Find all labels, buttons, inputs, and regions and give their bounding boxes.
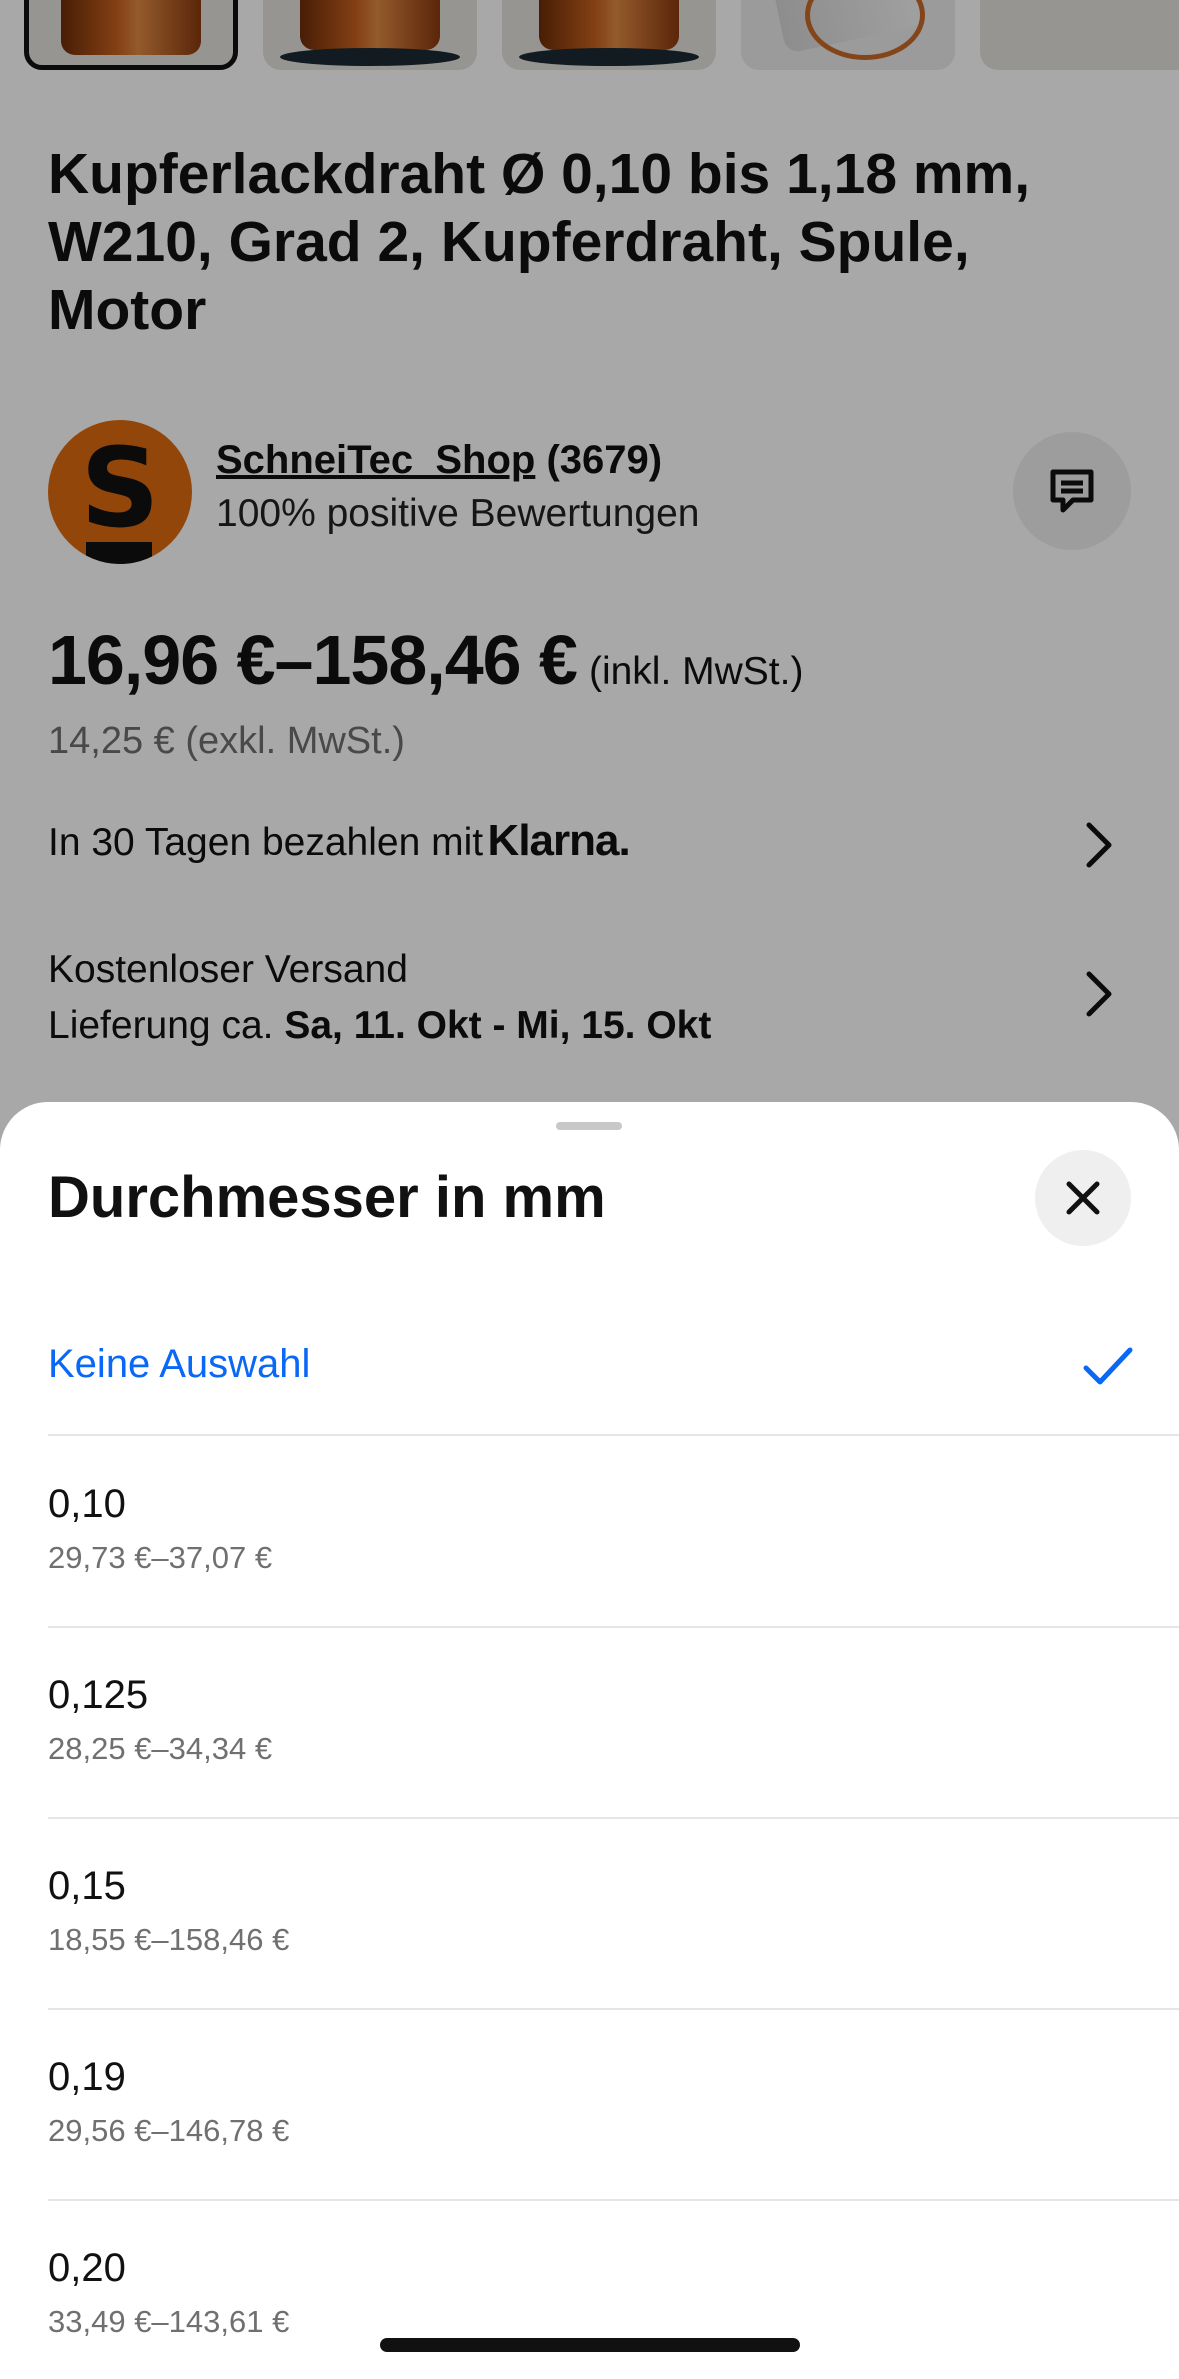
option-value: 0,10 [48,1482,126,1526]
option-0-19[interactable]: 0,19 29,56 €–146,78 € [48,2055,1179,2201]
option-value: 0,15 [48,1864,126,1908]
option-price-range: 29,56 €–146,78 € [48,2113,290,2148]
home-indicator [380,2338,800,2352]
sheet-drag-handle[interactable] [556,1122,622,1130]
option-0-125[interactable]: 0,125 28,25 €–34,34 € [48,1673,1179,1819]
sheet-title: Durchmesser in mm [48,1165,606,1230]
option-value: 0,125 [48,1673,149,1717]
option-price-range: 29,73 €–37,07 € [48,1540,273,1575]
option-value: 0,20 [48,2246,126,2290]
option-price-range: 33,49 €–143,61 € [48,2304,290,2339]
option-0-10[interactable]: 0,10 29,73 €–37,07 € [48,1482,1179,1628]
option-none[interactable]: Keine Auswahl [48,1342,1179,1436]
close-button[interactable] [1035,1150,1131,1246]
option-none-label: Keine Auswahl [48,1342,311,1386]
option-0-15[interactable]: 0,15 18,55 €–158,46 € [48,1864,1179,2010]
diameter-bottom-sheet: Durchmesser in mm Keine Auswahl 0,10 29,… [0,1102,1179,2379]
option-0-20[interactable]: 0,20 33,49 €–143,61 € [48,2246,1179,2379]
option-price-range: 18,55 €–158,46 € [48,1922,290,1957]
option-price-range: 28,25 €–34,34 € [48,1731,273,1766]
close-icon [1066,1181,1100,1215]
option-value: 0,19 [48,2055,126,2099]
checkmark-icon [1083,1347,1133,1385]
